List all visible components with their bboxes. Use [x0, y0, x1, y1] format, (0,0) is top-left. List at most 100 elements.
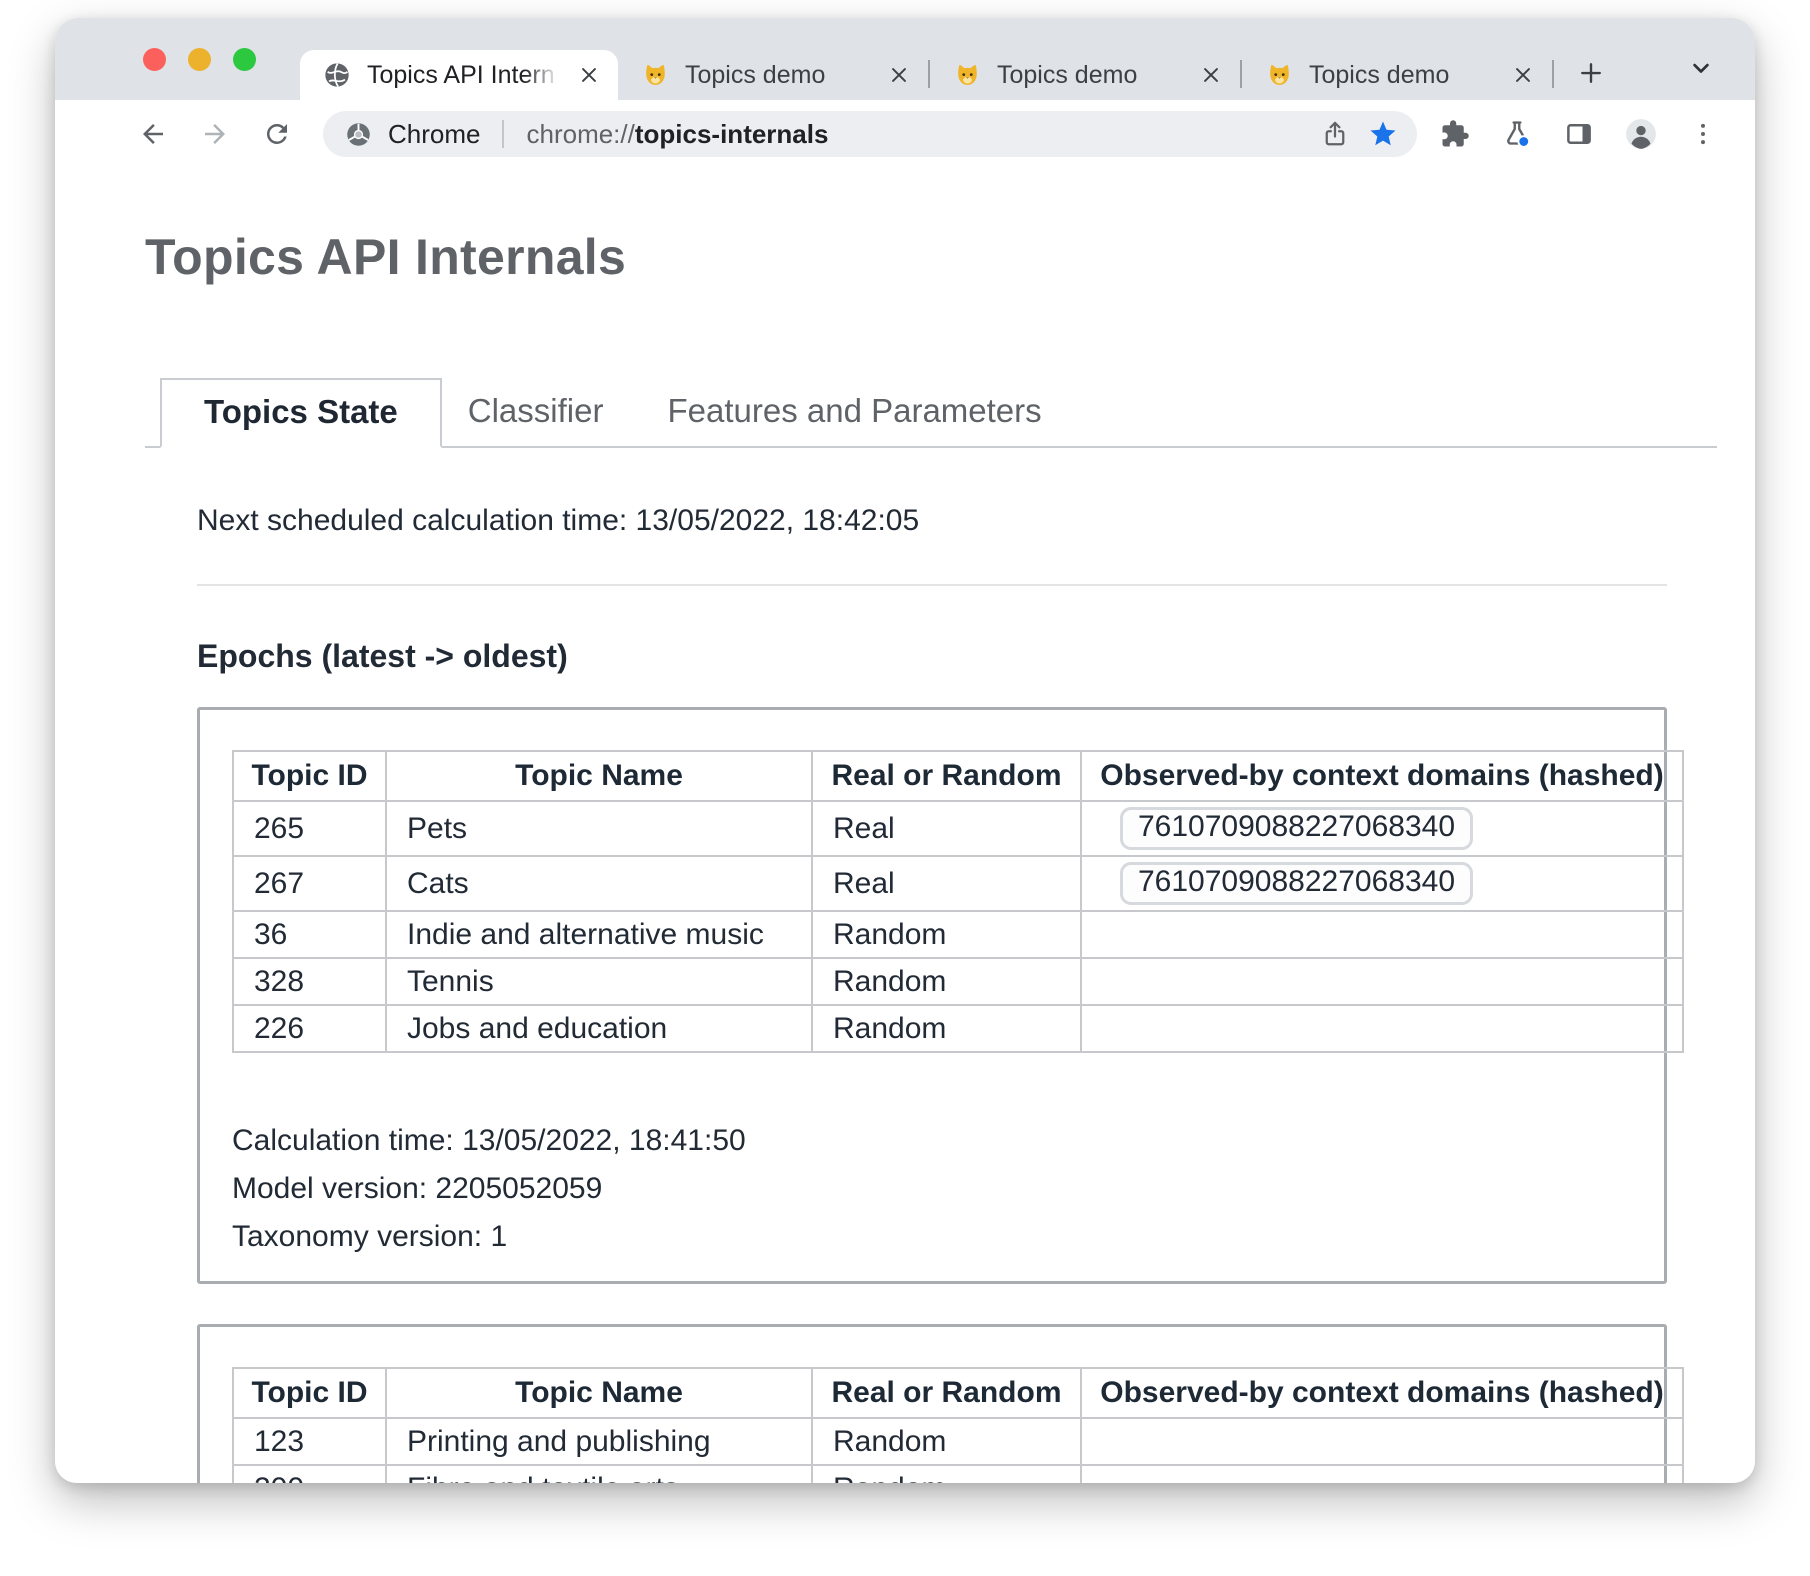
forward-button[interactable] [189, 108, 241, 160]
real-or-random: Random [812, 958, 1081, 1005]
col-observed-by: Observed-by context domains (hashed) [1081, 1368, 1683, 1418]
calculation-time: Calculation time: 13/05/2022, 18:41:50 [232, 1117, 1632, 1165]
search-engine-label: Chrome [388, 119, 480, 150]
tab-title: Topics API Intern [367, 61, 559, 90]
observed-by-cell [1081, 1418, 1683, 1465]
reload-button[interactable] [251, 108, 303, 160]
close-tab-icon[interactable] [1508, 60, 1538, 90]
table-row: 328 Tennis Random [233, 958, 1683, 1005]
real-or-random: Random [812, 1418, 1081, 1465]
observed-by-cell [1081, 911, 1683, 958]
window-controls [143, 18, 256, 100]
browser-tab-topics-demo-2[interactable]: Topics demo [930, 50, 1240, 100]
hashed-domain-chip: 7610709088227068340 [1120, 807, 1473, 850]
observed-by-cell [1081, 1005, 1683, 1052]
real-or-random: Real [812, 856, 1081, 911]
epochs-heading: Epochs (latest -> oldest) [197, 638, 1667, 675]
model-version: Model version: 2205052059 [232, 1165, 1632, 1213]
table-row: 226 Jobs and education Random [233, 1005, 1683, 1052]
new-tab-button[interactable] [1568, 50, 1614, 96]
topic-name: Cats [386, 856, 812, 911]
tab-title: Topics demo [1309, 61, 1493, 90]
table-row: 265 Pets Real 7610709088227068340 [233, 801, 1683, 856]
url-host: topics-internals [635, 119, 829, 149]
globe-icon [322, 60, 352, 90]
col-real-or-random: Real or Random [812, 1368, 1081, 1418]
page-title: Topics API Internals [145, 228, 1755, 286]
epoch-card: Topic ID Topic Name Real or Random Obser… [197, 707, 1667, 1284]
topic-name: Jobs and education [386, 1005, 812, 1052]
table-row: 36 Indie and alternative music Random [233, 911, 1683, 958]
close-tab-icon[interactable] [574, 60, 604, 90]
share-button[interactable] [1311, 111, 1359, 157]
observed-by-cell: 7610709088227068340 [1081, 856, 1683, 911]
cat-icon [1264, 60, 1294, 90]
topic-id: 328 [233, 958, 386, 1005]
tab-topics-state[interactable]: Topics State [160, 378, 442, 448]
topic-name: Pets [386, 801, 812, 856]
observed-by-cell [1081, 958, 1683, 1005]
browser-tab-topics-internals[interactable]: Topics API Intern [300, 50, 618, 100]
address-bar[interactable]: Chrome chrome://topics-internals [323, 111, 1417, 157]
browser-toolbar: Chrome chrome://topics-internals [55, 100, 1755, 168]
table-header-row: Topic ID Topic Name Real or Random Obser… [233, 1368, 1683, 1418]
browser-tab-topics-demo-1[interactable]: Topics demo [618, 50, 928, 100]
topic-id: 123 [233, 1418, 386, 1465]
observed-by-cell: 7610709088227068340 [1081, 801, 1683, 856]
topic-name: Printing and publishing [386, 1418, 812, 1465]
cat-icon [952, 60, 982, 90]
chrome-logo-icon [345, 121, 372, 148]
real-or-random: Random [812, 911, 1081, 958]
url-text: chrome://topics-internals [526, 119, 1311, 150]
real-or-random: Random [812, 1465, 1081, 1483]
fullscreen-window-button[interactable] [233, 48, 256, 71]
table-row: 200 Fibre and textile arts Random [233, 1465, 1683, 1483]
tab-features-and-parameters[interactable]: Features and Parameters [667, 392, 1041, 446]
topic-id: 200 [233, 1465, 386, 1483]
topic-id: 36 [233, 911, 386, 958]
topic-name: Fibre and textile arts [386, 1465, 812, 1483]
topics-state-panel: Next scheduled calculation time: 13/05/2… [145, 448, 1717, 1483]
tab-title: Topics demo [997, 61, 1181, 90]
table-header-row: Topic ID Topic Name Real or Random Obser… [233, 751, 1683, 801]
browser-window: Topics API Intern Topics demo [55, 18, 1755, 1483]
col-topic-id: Topic ID [233, 1368, 386, 1418]
topic-name: Indie and alternative music [386, 911, 812, 958]
hashed-domain-chip: 7610709088227068340 [1120, 862, 1473, 905]
col-real-or-random: Real or Random [812, 751, 1081, 801]
divider [197, 584, 1667, 586]
close-tab-icon[interactable] [1196, 60, 1226, 90]
epoch-table: Topic ID Topic Name Real or Random Obser… [232, 750, 1684, 1053]
next-calculation-time: Next scheduled calculation time: 13/05/2… [197, 504, 1667, 538]
tab-search-chevron-icon[interactable] [1681, 48, 1721, 88]
col-observed-by: Observed-by context domains (hashed) [1081, 751, 1683, 801]
col-topic-name: Topic Name [386, 751, 812, 801]
col-topic-id: Topic ID [233, 751, 386, 801]
experiments-flask-icon[interactable] [1491, 108, 1543, 160]
tab-separator [1552, 60, 1554, 88]
taxonomy-version: Taxonomy version: 1 [232, 1213, 1632, 1261]
browser-tab-topics-demo-3[interactable]: Topics demo [1242, 50, 1552, 100]
table-row: 267 Cats Real 7610709088227068340 [233, 856, 1683, 911]
back-button[interactable] [127, 108, 179, 160]
side-panel-icon[interactable] [1553, 108, 1605, 160]
tab-classifier[interactable]: Classifier [468, 392, 604, 446]
internals-tab-bar: Topics State Classifier Features and Par… [145, 378, 1717, 448]
topic-id: 267 [233, 856, 386, 911]
epoch-metadata: Calculation time: 13/05/2022, 18:41:50 M… [232, 1117, 1632, 1261]
minimize-window-button[interactable] [188, 48, 211, 71]
url-scheme: chrome:// [526, 119, 634, 149]
profile-avatar[interactable] [1615, 108, 1667, 160]
close-window-button[interactable] [143, 48, 166, 71]
epoch-table: Topic ID Topic Name Real or Random Obser… [232, 1367, 1684, 1483]
close-tab-icon[interactable] [884, 60, 914, 90]
observed-by-cell [1081, 1465, 1683, 1483]
cat-icon [640, 60, 670, 90]
topic-name: Tennis [386, 958, 812, 1005]
topic-id: 265 [233, 801, 386, 856]
browser-menu-dots-icon[interactable] [1677, 108, 1729, 160]
real-or-random: Random [812, 1005, 1081, 1052]
bookmark-star-icon[interactable] [1359, 111, 1407, 157]
browser-tabs: Topics API Intern Topics demo [300, 50, 1614, 100]
extensions-puzzle-icon[interactable] [1429, 108, 1481, 160]
